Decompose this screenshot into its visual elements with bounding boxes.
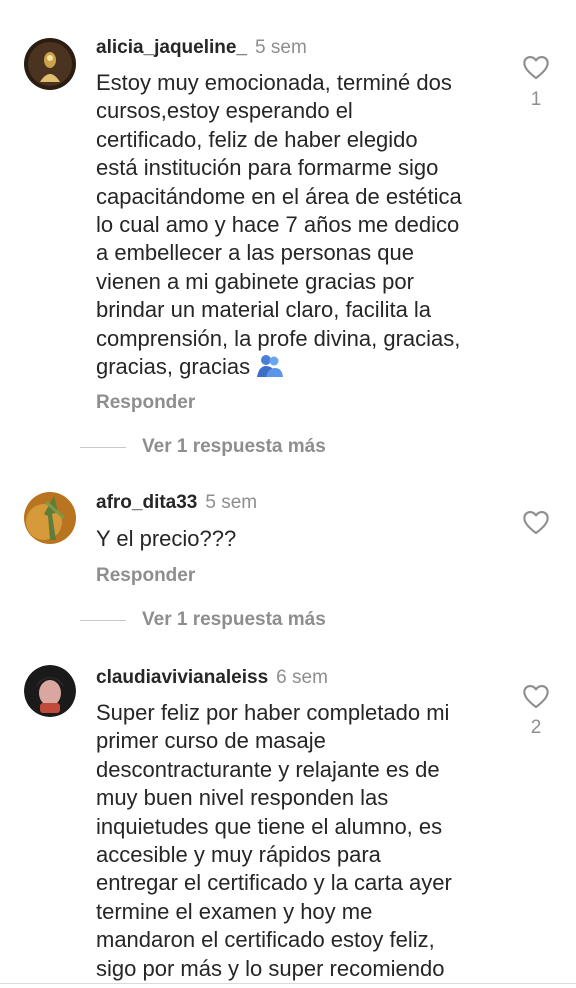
comment-line: primer curso de masaje bbox=[96, 728, 326, 754]
comment-line: sigo por más y lo super recomiendo bbox=[96, 955, 445, 981]
comment-line: Y el precio??? bbox=[96, 526, 237, 551]
comment-line: Super feliz por haber completado mi bbox=[96, 700, 450, 725]
comment-line: vienen a mi gabinete gracias por bbox=[96, 268, 414, 294]
like-count: 1 bbox=[530, 89, 542, 110]
comment-line: descontracturante y relajante es de bbox=[96, 756, 440, 782]
avatar[interactable] bbox=[24, 665, 76, 717]
avatar[interactable] bbox=[24, 38, 76, 90]
bottom-divider bbox=[0, 983, 576, 984]
username[interactable]: afro_dita33 bbox=[96, 492, 197, 513]
like-count: 2 bbox=[530, 717, 542, 738]
heart-icon[interactable] bbox=[522, 683, 550, 709]
heart-icon[interactable] bbox=[522, 509, 550, 535]
view-more-replies[interactable]: Ver 1 respuesta más bbox=[80, 436, 326, 457]
comment-item: alicia_jaqueline_ 5 sem Estoy muy emocion… bbox=[0, 0, 576, 470]
timestamp: 6 sem bbox=[276, 667, 328, 688]
comment-line: mandaron el certificado estoy feliz, bbox=[96, 927, 435, 953]
comment-line: brindar un material claro, facilita la bbox=[96, 297, 432, 323]
comment-line: cursos,estoy esperando el bbox=[96, 98, 353, 124]
comment-text: Estoy muy emocionada, terminé dos cursos… bbox=[96, 69, 516, 384]
comment-line: lo cual amo y hace 7 años me dedico bbox=[96, 212, 460, 238]
avatar[interactable] bbox=[24, 492, 76, 544]
comment-line: comprensión, la profe divina, gracias, bbox=[96, 325, 461, 351]
heart-icon[interactable] bbox=[522, 54, 550, 80]
comment-item: afro_dita33 5 sem Y el precio??? Responde… bbox=[0, 470, 576, 645]
username[interactable]: alicia_jaqueline_ bbox=[96, 37, 247, 58]
timestamp: 5 sem bbox=[205, 492, 258, 513]
divider-line bbox=[80, 446, 126, 448]
comment-line: está institución para formarme sigo bbox=[96, 155, 439, 181]
reply-button[interactable]: Responder bbox=[96, 392, 195, 414]
reply-button[interactable]: Responder bbox=[96, 565, 195, 587]
timestamp: 5 sem bbox=[255, 37, 307, 58]
username[interactable]: claudiavivianaleiss bbox=[96, 667, 268, 688]
comment-text: Y el precio??? bbox=[96, 525, 516, 553]
people-hugging-emoji bbox=[256, 353, 284, 384]
comment-header: claudiavivianaleiss 6 sem bbox=[96, 667, 328, 689]
comment-header: alicia_jaqueline_ 5 sem bbox=[96, 37, 307, 59]
comment-line: termine el examen y hoy me bbox=[96, 898, 373, 924]
comment-line: muy buen nivel responden las bbox=[96, 785, 389, 811]
view-more-replies-label: Ver 1 respuesta más bbox=[142, 436, 326, 457]
comment-item: claudiavivianaleiss 6 sem Super feliz por… bbox=[0, 645, 576, 988]
comment-line: inquietudes que tiene el alumno, es bbox=[96, 813, 443, 839]
comment-line: accesible y muy rápidos para bbox=[96, 842, 381, 868]
view-more-replies-label: Ver 1 respuesta más bbox=[142, 609, 326, 630]
comment-line: capacitándome en el área de estética bbox=[96, 183, 462, 209]
comment-line: Estoy muy emocionada, terminé dos bbox=[96, 70, 452, 95]
comment-line-last: gracias, gracias bbox=[96, 353, 516, 384]
comment-line: certificado, feliz de haber elegido bbox=[96, 126, 418, 152]
comment-line: entregar el certificado y la carta ayer bbox=[96, 870, 452, 896]
comment-text: Super feliz por haber completado mi prim… bbox=[96, 699, 516, 983]
view-more-replies[interactable]: Ver 1 respuesta más bbox=[80, 609, 326, 630]
comment-header: afro_dita33 5 sem bbox=[96, 492, 257, 514]
comment-line: a embellecer a las personas que bbox=[96, 240, 414, 266]
divider-line bbox=[80, 619, 126, 621]
